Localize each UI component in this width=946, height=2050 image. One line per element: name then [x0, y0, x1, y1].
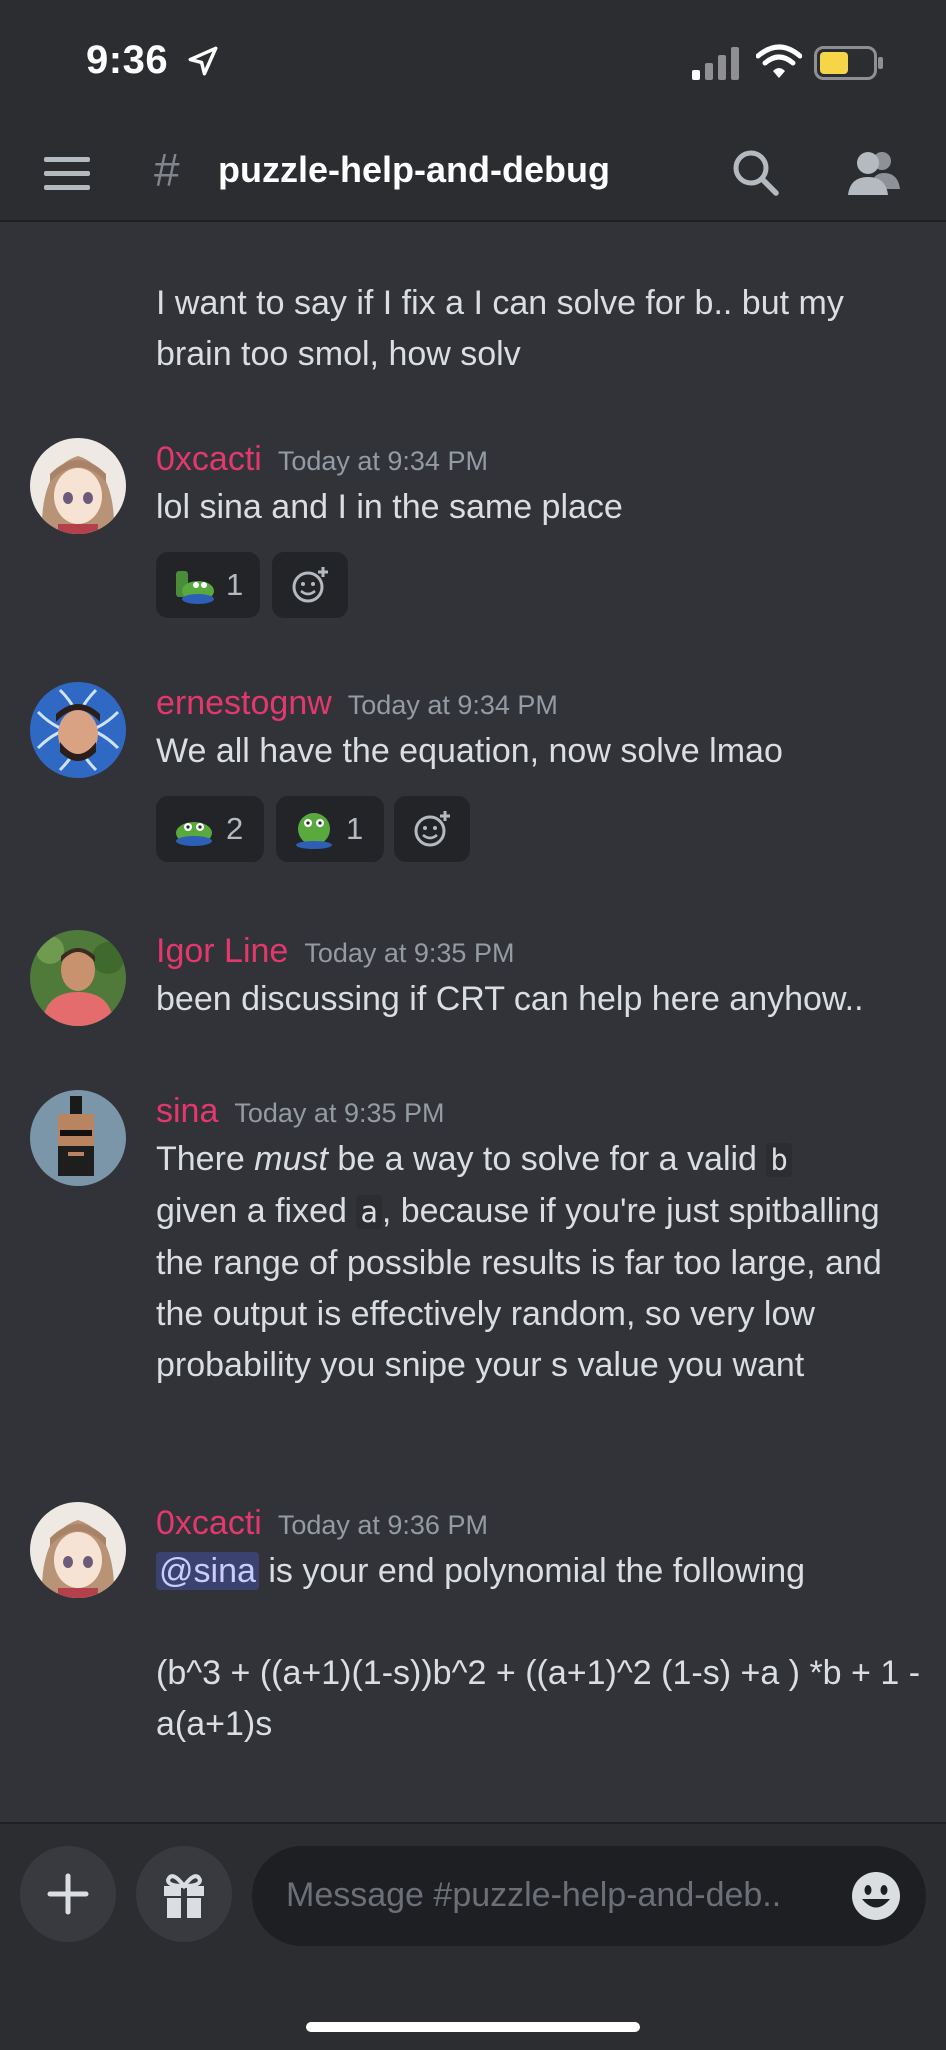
message-header: ernestognw Today at 9:34 PM — [156, 684, 558, 723]
timestamp: Today at 9:35 PM — [234, 1098, 445, 1128]
gift-button[interactable] — [136, 1846, 232, 1942]
user-mention[interactable]: @sina — [156, 1552, 259, 1590]
location-arrow-icon — [188, 46, 218, 76]
status-bar: 9:36 — [0, 0, 946, 125]
text-fragment: There — [156, 1140, 255, 1178]
message-content: been discussing if CRT can help here any… — [156, 980, 864, 1018]
add-attachment-button[interactable] — [20, 1846, 116, 1942]
author-name[interactable]: 0xcacti — [156, 440, 262, 478]
reaction-pill[interactable]: 1 — [276, 796, 384, 862]
avatar[interactable] — [30, 1090, 126, 1186]
hamburger-menu-icon[interactable] — [44, 153, 90, 193]
message-list[interactable]: I want to say if I fix a I can solve for… — [0, 222, 946, 1822]
message-content: I want to say if I fix a I can solve for… — [156, 284, 844, 373]
emphasis-text: must — [254, 1140, 328, 1178]
author-name[interactable]: sina — [156, 1092, 218, 1130]
author-name[interactable]: 0xcacti — [156, 1504, 262, 1542]
message-equation: (b^3 + ((a+1)(1-s))b^2 + ((a+1)^2 (1-s) … — [156, 1654, 921, 1743]
timestamp: Today at 9:34 PM — [347, 690, 558, 720]
members-icon[interactable] — [846, 145, 900, 199]
cellular-signal-icon — [692, 47, 739, 80]
message-content: @sina is your end polynomial the followi… — [156, 1546, 926, 1597]
search-icon[interactable] — [730, 147, 780, 197]
inline-code: b — [766, 1143, 792, 1177]
add-reaction-button[interactable] — [394, 796, 470, 862]
home-indicator — [306, 2022, 640, 2032]
message-content: There must be a way to solve for a valid… — [156, 1134, 926, 1391]
reaction-pill[interactable]: 2 — [156, 796, 264, 862]
author-name[interactable]: ernestognw — [156, 684, 332, 722]
avatar[interactable] — [30, 682, 126, 778]
reaction-count: 1 — [346, 811, 364, 846]
frog-emoji-icon — [176, 822, 212, 846]
status-time: 9:36 — [86, 38, 169, 82]
frog-emoji-icon — [176, 571, 214, 604]
timestamp: Today at 9:34 PM — [277, 446, 488, 476]
author-name[interactable]: Igor Line — [156, 932, 288, 970]
text-fragment: is your end polynomial the following — [258, 1552, 806, 1590]
message-header: 0xcacti Today at 9:34 PM — [156, 440, 488, 479]
frog-emoji-icon — [296, 813, 332, 849]
battery-icon — [814, 46, 883, 80]
avatar[interactable] — [30, 438, 126, 534]
message-content: lol sina and I in the same place — [156, 488, 623, 526]
add-reaction-icon — [414, 811, 450, 847]
message-content: We all have the equation, now solve lmao — [156, 732, 783, 770]
avatar[interactable] — [30, 930, 126, 1026]
timestamp: Today at 9:35 PM — [304, 938, 515, 968]
channel-name[interactable]: puzzle-help-and-debug — [218, 149, 610, 191]
text-fragment: be a way to solve for a valid — [327, 1140, 767, 1178]
message-header: 0xcacti Today at 9:36 PM — [156, 1504, 488, 1543]
message-header: sina Today at 9:35 PM — [156, 1092, 445, 1131]
add-reaction-button[interactable] — [272, 552, 348, 618]
reaction-count: 2 — [226, 811, 244, 846]
composer-bar: Message #puzzle-help-and-deb.. — [0, 1822, 946, 2050]
gift-icon — [164, 1874, 204, 1918]
text-fragment: given a fixed — [156, 1192, 357, 1230]
avatar[interactable] — [30, 1502, 126, 1598]
wifi-icon — [756, 44, 802, 78]
reaction-pill[interactable]: 1 — [156, 552, 260, 618]
timestamp: Today at 9:36 PM — [277, 1510, 488, 1540]
plus-icon — [47, 1873, 89, 1915]
message-input[interactable]: Message #puzzle-help-and-deb.. — [252, 1846, 926, 1946]
channel-header: # puzzle-help-and-debug — [0, 125, 946, 222]
reaction-count: 1 — [226, 567, 244, 602]
message-header: Igor Line Today at 9:35 PM — [156, 932, 514, 971]
emoji-icon[interactable] — [850, 1870, 902, 1922]
add-reaction-icon — [292, 567, 328, 603]
message-input-placeholder: Message #puzzle-help-and-deb.. — [286, 1876, 782, 1914]
channel-hash-icon: # — [154, 144, 180, 196]
inline-code: a — [356, 1195, 382, 1229]
